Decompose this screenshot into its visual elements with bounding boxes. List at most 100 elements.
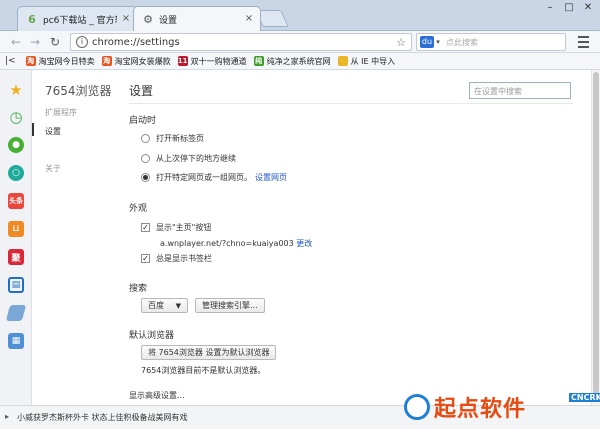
search-box[interactable]: du ▾ 点此搜索 — [416, 33, 566, 51]
bookmark-item[interactable]: 淘 淘宝网今日特卖 — [25, 56, 95, 67]
nav-item-about[interactable]: 关于 — [45, 163, 61, 174]
eraser-icon[interactable] — [5, 305, 27, 321]
search-placeholder[interactable]: 点此搜索 — [446, 37, 478, 48]
forward-icon[interactable]: → — [27, 34, 43, 50]
change-home-link[interactable]: 更改 — [296, 239, 312, 248]
settings-main: 设置 在设置中搜索 启动时 打开新标签页 从上次停下的地方继续 打开特定网页或一… — [117, 70, 591, 405]
video-icon[interactable]: ▤ — [8, 277, 24, 293]
watermark-tag: CNCRK — [569, 393, 600, 402]
search-engine-value: 百度 — [148, 301, 164, 310]
clock-icon[interactable]: ◷ — [8, 108, 24, 126]
option-label: 打开新标签页 — [156, 134, 204, 143]
site-watermark: 起点软件 CNCRK — [404, 385, 600, 429]
startup-option-specific-pages[interactable]: 打开特定网页或一组网页。 设置网页 — [141, 172, 287, 183]
tmall-icon: 11 — [177, 56, 188, 66]
startup-section-title: 启动时 — [129, 116, 157, 126]
search-engine-select[interactable]: 百度 ▼ — [141, 298, 188, 313]
close-tab-icon[interactable]: × — [244, 14, 254, 24]
bookmark-star-icon[interactable]: ☆ — [394, 36, 408, 49]
baidu-engine-icon[interactable]: du — [420, 36, 434, 48]
bookmark-label: 淘宝网女装爆款 — [114, 56, 171, 66]
folder-icon — [337, 56, 348, 66]
manage-search-engines-button[interactable]: 管理搜索引擎... — [195, 298, 265, 313]
browser-brand: 7654浏览器 — [45, 84, 112, 98]
bookmark-label: 淘宝网今日特卖 — [38, 56, 95, 66]
bookmark-item[interactable]: 淘 淘宝网女装爆款 — [101, 56, 171, 67]
shopping-icon[interactable]: ⊔ — [8, 221, 24, 237]
wechat-icon[interactable]: ● — [8, 137, 24, 153]
back-icon[interactable]: ← — [8, 34, 24, 50]
taobao-icon: 淘 — [101, 56, 112, 66]
close-tab-icon[interactable]: × — [121, 14, 131, 24]
news-ticker-icon: ▸ — [5, 412, 10, 421]
startup-option-new-tab[interactable]: 打开新标签页 — [141, 133, 204, 144]
default-browser-section-title: 默认浏览器 — [129, 331, 175, 341]
nav-item-settings[interactable]: 设置 — [45, 126, 61, 137]
divider — [129, 103, 573, 104]
active-nav-marker — [32, 123, 34, 136]
radio-button[interactable] — [141, 134, 150, 143]
calculator-icon[interactable]: ▦ — [8, 333, 24, 349]
close-window-icon[interactable]: ✕ — [578, 1, 598, 15]
option-label: 总是显示书签栏 — [156, 254, 212, 263]
watermark-logo — [404, 394, 430, 420]
home-url: a.wnplayer.net/?chno=kuaiya003 — [160, 239, 294, 248]
gear-icon: ⚙ — [143, 12, 153, 26]
star-icon[interactable]: ★ — [8, 81, 24, 99]
maximize-icon[interactable]: □ — [559, 1, 579, 15]
tab-pc6[interactable]: 6 pc6下载站 _ 官方软件下 × — [17, 6, 138, 31]
bookmark-item[interactable]: 11 双十一购物通道 — [177, 56, 247, 67]
search-section-title: 搜索 — [129, 284, 148, 294]
news-icon[interactable]: 头条 — [8, 193, 24, 209]
option-label: 打开特定网页或一组网页。 — [156, 173, 252, 182]
home-url-row: a.wnplayer.net/?chno=kuaiya003 更改 — [160, 238, 312, 249]
sidebar-toggle-icon[interactable]: |< — [5, 56, 16, 66]
set-pages-link[interactable]: 设置网页 — [255, 172, 287, 183]
show-home-option[interactable]: ✓ 显示"主页"按钮 — [141, 222, 211, 233]
bookmark-label: 从 IE 中导入 — [350, 56, 396, 66]
minimize-icon[interactable]: – — [540, 1, 560, 15]
news-ticker-text[interactable]: 小威获罗杰斯杯外卡 状态上佳积极备战美网有戏 — [17, 412, 188, 423]
bookmarks-bar: |< 淘 淘宝网今日特卖 淘 淘宝网女装爆款 11 双十一购物通道 纯 纯净之家… — [0, 53, 600, 70]
tab-title: pc6下载站 _ 官方软件下 — [43, 15, 117, 26]
address-url[interactable]: chrome://settings — [92, 37, 394, 48]
startup-option-continue[interactable]: 从上次停下的地方继续 — [141, 153, 236, 164]
juhuasuan-icon[interactable]: 聚 — [8, 249, 24, 265]
radio-button[interactable] — [141, 154, 150, 163]
settings-nav: 7654浏览器 扩展程序 设置 关于 — [32, 70, 117, 405]
reload-icon[interactable]: ↻ — [47, 34, 63, 50]
chevron-down-icon: ▼ — [175, 301, 181, 310]
appearance-section-title: 外观 — [129, 204, 148, 214]
settings-search-input[interactable]: 在设置中搜索 — [469, 82, 571, 99]
page-title: 设置 — [129, 84, 154, 98]
page-info-icon[interactable]: i — [76, 36, 88, 48]
address-bar[interactable]: i chrome://settings ☆ — [70, 33, 412, 51]
bookmark-label: 纯净之家系统官网 — [266, 56, 331, 66]
pc6-logo-icon: 6 — [28, 12, 36, 26]
menu-icon[interactable] — [575, 35, 591, 49]
watermark-text: 起点软件 — [434, 397, 527, 422]
checkbox-checked[interactable]: ✓ — [141, 223, 150, 232]
bookmark-item[interactable]: 纯 纯净之家系统官网 — [253, 56, 331, 67]
default-browser-status: 7654浏览器目前不是默认浏览器。 — [141, 366, 266, 375]
scrollbar-thumb[interactable] — [593, 72, 599, 397]
show-advanced-link[interactable]: 显示高级设置... — [129, 390, 185, 401]
option-label: 从上次停下的地方继续 — [156, 154, 236, 163]
tab-settings[interactable]: ⚙ 设置 × — [133, 6, 261, 31]
checkbox-checked[interactable]: ✓ — [141, 254, 150, 263]
show-bookmarks-option[interactable]: ✓ 总是显示书签栏 — [141, 253, 212, 264]
radio-button[interactable] — [141, 173, 150, 182]
set-default-browser-button[interactable]: 将 7654浏览器 设置为默认浏览器 — [141, 345, 277, 360]
scrollbar[interactable] — [591, 70, 600, 405]
search-icon[interactable]: ○ — [8, 165, 24, 181]
nav-item-extensions[interactable]: 扩展程序 — [45, 107, 77, 118]
taobao-icon: 淘 — [25, 56, 36, 66]
toolbar: ← → ↻ i chrome://settings ☆ du ▾ 点此搜索 — [0, 31, 600, 53]
tab-strip: 6 pc6下载站 _ 官方软件下 × ⚙ 设置 × – □ ✕ — [0, 0, 600, 31]
chevron-down-icon[interactable]: ▾ — [434, 38, 442, 46]
bookmark-label: 双十一购物通道 — [190, 56, 247, 66]
tab-title: 设置 — [159, 15, 178, 26]
site-icon: 纯 — [253, 56, 264, 66]
bookmark-folder[interactable]: 从 IE 中导入 — [337, 56, 396, 67]
option-label: 显示"主页"按钮 — [156, 223, 212, 232]
